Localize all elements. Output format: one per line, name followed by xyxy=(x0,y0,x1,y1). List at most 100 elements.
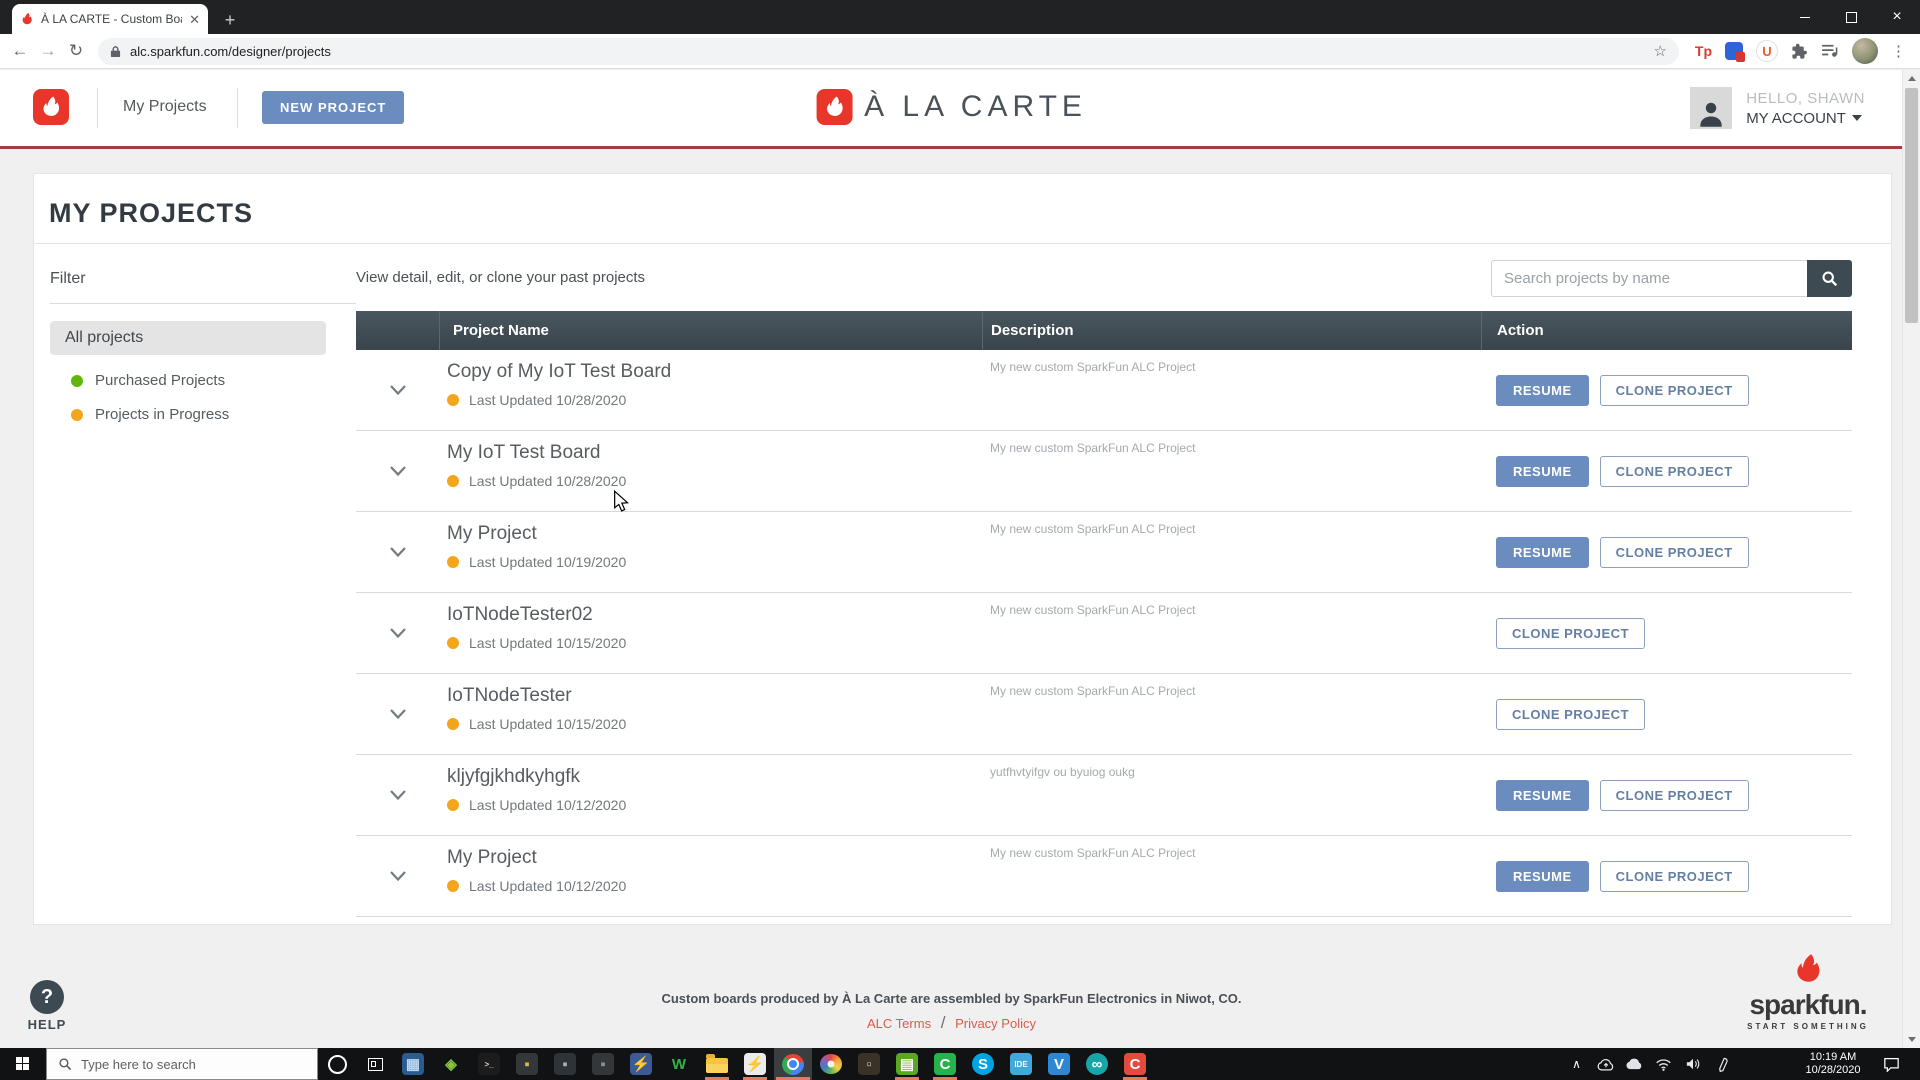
project-name-link[interactable]: IoTNodeTester02 xyxy=(447,604,982,626)
app-logger-icon[interactable]: ▤ xyxy=(888,1048,926,1080)
app-icon-3[interactable]: ▪ xyxy=(584,1048,622,1080)
clone-project-button[interactable]: CLONE PROJECT xyxy=(1600,537,1749,568)
app-arduino-icon[interactable]: ∞ xyxy=(1078,1048,1116,1080)
app-putty-icon[interactable]: ⚡ xyxy=(622,1048,660,1080)
clone-project-button[interactable]: CLONE PROJECT xyxy=(1600,780,1749,811)
password-extension-icon[interactable] xyxy=(1725,42,1743,60)
project-name-link[interactable]: Copy of My IoT Test Board xyxy=(447,361,982,383)
app-ide-icon[interactable]: IDE xyxy=(1002,1048,1040,1080)
task-view-button[interactable] xyxy=(356,1048,394,1080)
scrollbar-thumb[interactable] xyxy=(1905,88,1918,323)
chevron-down-icon xyxy=(389,708,407,720)
new-project-button[interactable]: NEW PROJECT xyxy=(262,91,404,124)
backup-cloud-icon[interactable] xyxy=(1591,1048,1620,1080)
clone-project-button[interactable]: CLONE PROJECT xyxy=(1496,618,1645,649)
row-expand-button[interactable] xyxy=(356,512,439,592)
filter-item[interactable]: Purchased Projects xyxy=(71,372,356,389)
row-expand-button[interactable] xyxy=(356,593,439,673)
favicon-flame-icon xyxy=(20,12,34,26)
browser-profile-avatar[interactable] xyxy=(1852,38,1878,64)
row-expand-button[interactable] xyxy=(356,350,439,430)
project-name-link[interactable]: My Project xyxy=(447,523,982,545)
privacy-policy-link[interactable]: Privacy Policy xyxy=(955,1016,1036,1031)
app-media-tool-icon[interactable]: ▫ xyxy=(850,1048,888,1080)
app-icon-2[interactable]: ▪ xyxy=(546,1048,584,1080)
tray-chevron-button[interactable]: ∧ xyxy=(1562,1048,1591,1080)
start-button[interactable] xyxy=(0,1048,46,1080)
row-expand-button[interactable] xyxy=(356,755,439,835)
row-expand-button[interactable] xyxy=(356,431,439,511)
cortana-button[interactable] xyxy=(318,1048,356,1080)
app-design-tool-icon[interactable]: ◈ xyxy=(432,1048,470,1080)
app-icon-1[interactable]: ▪ xyxy=(508,1048,546,1080)
filter-item[interactable]: All projects xyxy=(50,321,326,355)
search-button[interactable] xyxy=(1807,260,1852,297)
refresh-button[interactable]: ↻ xyxy=(62,41,90,61)
app-paint-icon[interactable] xyxy=(812,1048,850,1080)
page-scrollbar[interactable] xyxy=(1902,70,1920,1048)
tab-close-icon[interactable]: ✕ xyxy=(189,13,200,26)
volume-icon[interactable] xyxy=(1678,1048,1707,1080)
tp-extension-icon[interactable]: Tp xyxy=(1695,43,1712,59)
project-name-link[interactable]: IoTNodeTester xyxy=(447,685,982,707)
app-camtasia-recorder-icon[interactable]: C xyxy=(1116,1048,1154,1080)
address-bar[interactable]: alc.sparkfun.com/designer/projects ☆ xyxy=(98,38,1679,65)
window-minimize-button[interactable] xyxy=(1782,0,1828,34)
chevron-down-icon xyxy=(389,870,407,882)
wifi-icon[interactable] xyxy=(1649,1048,1678,1080)
taskbar-search[interactable]: Type here to search xyxy=(46,1048,318,1080)
account-widget[interactable]: HELLO, SHAWN MY ACCOUNT xyxy=(1690,87,1865,129)
nav-my-projects[interactable]: My Projects xyxy=(123,98,207,116)
app-winamp-icon[interactable]: ⚡ xyxy=(736,1048,774,1080)
search-input[interactable] xyxy=(1491,260,1807,297)
sparkfun-flame-logo[interactable] xyxy=(33,89,69,125)
resume-button[interactable]: RESUME xyxy=(1496,456,1589,487)
clone-project-button[interactable]: CLONE PROJECT xyxy=(1600,375,1749,406)
row-expand-button[interactable] xyxy=(356,836,439,916)
u-extension-icon[interactable]: U xyxy=(1756,40,1778,62)
app-chrome-icon[interactable] xyxy=(774,1048,812,1080)
clone-project-button[interactable]: CLONE PROJECT xyxy=(1600,456,1749,487)
project-name-link[interactable]: My Project xyxy=(447,847,982,869)
back-button[interactable]: ← xyxy=(6,41,34,61)
scrollbar-up-arrow[interactable] xyxy=(1903,70,1920,87)
pen-icon[interactable] xyxy=(1707,1048,1736,1080)
scrollbar-down-arrow[interactable] xyxy=(1903,1031,1920,1048)
app-w-icon[interactable]: W xyxy=(660,1048,698,1080)
clone-project-button[interactable]: CLONE PROJECT xyxy=(1496,699,1645,730)
app-vscode-icon[interactable]: V xyxy=(1040,1048,1078,1080)
resume-button[interactable]: RESUME xyxy=(1496,861,1589,892)
app-terminal-icon[interactable]: >_ xyxy=(470,1048,508,1080)
extensions-puzzle-icon[interactable] xyxy=(1791,43,1808,60)
clone-project-button[interactable]: CLONE PROJECT xyxy=(1600,861,1749,892)
chevron-down-icon xyxy=(389,384,407,396)
onedrive-icon[interactable] xyxy=(1620,1048,1649,1080)
forward-button[interactable]: → xyxy=(34,41,62,61)
sparkfun-tagline: START SOMETHING xyxy=(1728,1022,1888,1031)
browser-menu-icon[interactable]: ⋮ xyxy=(1891,42,1906,60)
status-dot xyxy=(447,799,459,811)
action-center-button[interactable] xyxy=(1872,1048,1910,1080)
new-tab-button[interactable]: + xyxy=(218,9,242,33)
app-camtasia-icon[interactable]: C xyxy=(926,1048,964,1080)
project-name-link[interactable]: kljyfgjkhdkyhgfk xyxy=(447,766,982,788)
status-dot xyxy=(71,409,83,421)
resume-button[interactable]: RESUME xyxy=(1496,375,1589,406)
resume-button[interactable]: RESUME xyxy=(1496,537,1589,568)
row-expand-button[interactable] xyxy=(356,674,439,754)
my-account-menu[interactable]: MY ACCOUNT xyxy=(1746,110,1865,127)
project-name-link[interactable]: My IoT Test Board xyxy=(447,442,982,464)
browser-tab[interactable]: À LA CARTE - Custom Board Crea ✕ xyxy=(12,4,208,34)
alc-terms-link[interactable]: ALC Terms xyxy=(867,1016,931,1031)
app-skype-icon[interactable]: S xyxy=(964,1048,1002,1080)
playlist-icon[interactable] xyxy=(1821,44,1839,58)
window-close-button[interactable]: × xyxy=(1874,0,1920,34)
bookmark-star-icon[interactable]: ☆ xyxy=(1653,42,1666,60)
filter-item[interactable]: Projects in Progress xyxy=(71,406,356,423)
resume-button[interactable]: RESUME xyxy=(1496,780,1589,811)
app-file-explorer-icon[interactable] xyxy=(698,1048,736,1080)
app-calculator-icon[interactable]: ▦ xyxy=(394,1048,432,1080)
window-maximize-button[interactable] xyxy=(1828,0,1874,34)
status-dot xyxy=(447,718,459,730)
taskbar-clock[interactable]: 10:19 AM 10/28/2020 xyxy=(1794,1051,1872,1077)
